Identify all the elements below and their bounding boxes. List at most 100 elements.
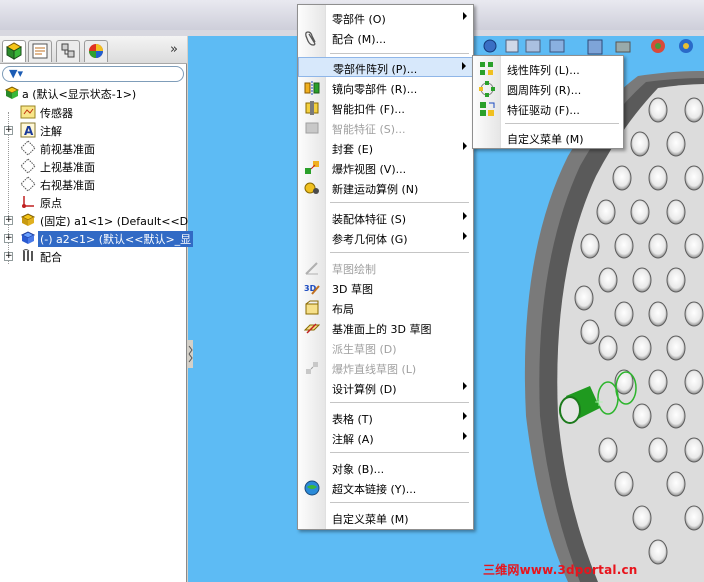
menu-item-hyperlink[interactable]: 超文本链接 (Y)... (298, 478, 473, 498)
plane-icon (20, 140, 36, 156)
tree-item-annotations[interactable]: + A 注解 (0, 121, 187, 139)
menu-separator (330, 202, 469, 203)
submenu-item-circular-pattern[interactable]: 圆周阵列 (R)... (473, 79, 623, 99)
menu-separator (330, 452, 469, 453)
tree-item-label: 注解 (40, 125, 62, 138)
mirror-icon (304, 80, 320, 96)
3d-sketch-plane-icon (303, 320, 321, 336)
menu-item-mate[interactable]: 配合 (M)... (298, 28, 473, 48)
tree-item-sensors[interactable]: 传感器 (0, 103, 187, 121)
feature-driven-icon (479, 101, 495, 117)
menu-item-label: 线性阵列 (L)... (507, 64, 580, 77)
expand-toggle[interactable]: + (4, 234, 13, 243)
submenu-arrow-icon (463, 382, 467, 390)
tab-feature-manager[interactable] (2, 40, 26, 62)
submenu-arrow-icon (463, 412, 467, 420)
tab-configuration-manager[interactable] (56, 40, 80, 62)
layout-icon (304, 300, 320, 316)
part-icon (20, 230, 36, 246)
menu-item-label: 派生草图 (D) (332, 343, 397, 356)
tree-item-origin[interactable]: 原点 (0, 193, 187, 211)
menu-item-tables[interactable]: 表格 (T) (298, 408, 473, 428)
tab-display-manager[interactable] (84, 40, 108, 62)
tree-filter-input[interactable]: ▼▾ (2, 66, 184, 82)
menu-item-mirror-components[interactable]: 镜向零部件 (R)... (298, 78, 473, 98)
menu-item-assembly-features[interactable]: 装配体特征 (S) (298, 208, 473, 228)
menu-item-new-motion-study[interactable]: 新建运动算例 (N) (298, 178, 473, 198)
menu-item-label: 智能扣件 (F)... (332, 103, 405, 116)
menu-item-annotations[interactable]: 注解 (A) (298, 428, 473, 448)
smart-feature-icon (304, 120, 320, 136)
menu-item-envelope[interactable]: 封套 (E) (298, 138, 473, 158)
tree-item-front-plane[interactable]: 前视基准面 (0, 139, 187, 157)
assembly-icon (4, 85, 20, 101)
submenu-item-feature-driven[interactable]: 特征驱动 (F)... (473, 99, 623, 119)
tree-item-mates[interactable]: + 配合 (0, 247, 187, 265)
menu-item-component-pattern[interactable]: 零部件阵列 (P)... (298, 57, 473, 77)
menu-separator (330, 252, 469, 253)
menu-item-label: 参考几何体 (G) (332, 233, 408, 246)
menu-item-design-study[interactable]: 设计算例 (D) (298, 378, 473, 398)
menu-item-label: 基准面上的 3D 草图 (332, 323, 432, 336)
tree-item-label: (固定) a1<1> (Default<<D (40, 215, 189, 228)
svg-text:+: + (594, 395, 604, 409)
submenu-arrow-icon (462, 62, 466, 70)
menu-item-label: 自定义菜单 (M) (507, 133, 584, 146)
submenu-arrow-icon (463, 432, 467, 440)
submenu-item-customize-menu[interactable]: 自定义菜单 (M) (473, 128, 623, 148)
tree-item-right-plane[interactable]: 右视基准面 (0, 175, 187, 193)
paperclip-icon (304, 30, 320, 46)
feature-manager-panel: » ▼▾ a (默认<显示状态-1>) 传感器 + A 注解 前视基准面 上视基… (0, 36, 194, 582)
expand-toggle[interactable]: + (4, 216, 13, 225)
tree-item-label: 右视基准面 (40, 179, 95, 192)
menu-item-label: 超文本链接 (Y)... (332, 483, 417, 496)
more-tabs-icon[interactable]: » (170, 42, 178, 57)
submenu-arrow-icon (463, 142, 467, 150)
tree-item-label: 原点 (40, 197, 62, 210)
tree-item-top-plane[interactable]: 上视基准面 (0, 157, 187, 175)
menu-item-sketch: 草图绘制 (298, 258, 473, 278)
menu-separator (505, 123, 619, 124)
menu-item-components[interactable]: 零部件 (O) (298, 8, 473, 28)
menu-item-exploded-view[interactable]: 爆炸视图 (V)... (298, 158, 473, 178)
menu-item-3d-sketch[interactable]: 3D 3D 草图 (298, 278, 473, 298)
annotation-icon: A (20, 122, 36, 138)
menu-item-label: 对象 (B)... (332, 463, 385, 476)
menu-item-label: 装配体特征 (S) (332, 213, 407, 226)
expand-toggle[interactable]: + (4, 252, 13, 261)
menu-item-label: 镜向零部件 (R)... (332, 83, 418, 96)
tree-item-label: (-) a2<1> (默认<<默认>_显 (38, 231, 194, 247)
tab-property-manager[interactable] (28, 40, 52, 62)
panel-splitter[interactable] (187, 340, 193, 368)
view-toolbar[interactable] (483, 39, 693, 55)
menu-item-layout[interactable]: 布局 (298, 298, 473, 318)
menu-item-3d-sketch-on-plane[interactable]: 基准面上的 3D 草图 (298, 318, 473, 338)
origin-icon (20, 194, 36, 210)
panel-tabs: » (0, 36, 187, 64)
menu-item-label: 爆炸视图 (V)... (332, 163, 407, 176)
menu-item-derived-sketch: 派生草图 (D) (298, 338, 473, 358)
menu-separator (330, 502, 469, 503)
plane-icon (20, 158, 36, 174)
watermark-text: 三维网www.3dportal.cn (483, 563, 638, 577)
menu-item-reference-geometry[interactable]: 参考几何体 (G) (298, 228, 473, 248)
menu-item-customize-menu[interactable]: 自定义菜单 (M) (298, 508, 473, 528)
menu-item-smart-feature: 智能特征 (S)... (298, 118, 473, 138)
menu-item-label: 配合 (M)... (332, 33, 387, 46)
menu-item-label: 表格 (T) (332, 413, 373, 426)
explode-icon (304, 160, 320, 176)
expand-toggle[interactable]: + (4, 126, 13, 135)
menu-item-label: 3D 草图 (332, 283, 373, 296)
submenu-item-linear-pattern[interactable]: 线性阵列 (L)... (473, 59, 623, 79)
sketch-icon (304, 260, 320, 276)
menu-item-smart-fasteners[interactable]: 智能扣件 (F)... (298, 98, 473, 118)
tree-root-assembly[interactable]: a (默认<显示状态-1>) (0, 84, 187, 102)
menu-item-object[interactable]: 对象 (B)... (298, 458, 473, 478)
part-icon (20, 212, 36, 228)
tree-item-component-a1[interactable]: + (固定) a1<1> (Default<<D (0, 211, 189, 229)
menu-item-label: 圆周阵列 (R)... (507, 84, 582, 97)
submenu-arrow-icon (463, 232, 467, 240)
tree-item-component-a2[interactable]: + (-) a2<1> (默认<<默认>_显 (0, 229, 194, 247)
submenu-arrow-icon (463, 12, 467, 20)
menu-item-label: 自定义菜单 (M) (332, 513, 409, 526)
